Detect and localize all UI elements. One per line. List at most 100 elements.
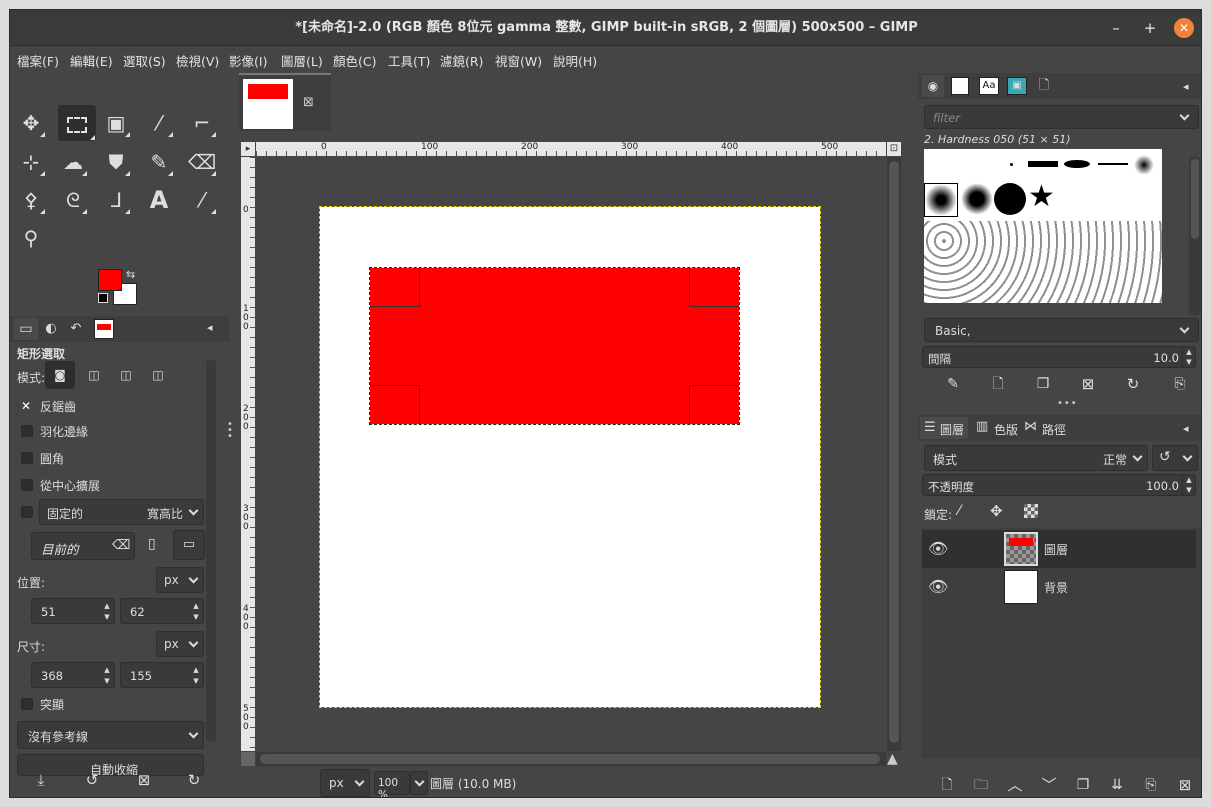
canvas-hscroll[interactable] <box>256 752 886 766</box>
size-width-input[interactable]: 368 ▲ ▼ <box>31 662 115 688</box>
rounded-checkbox[interactable] <box>21 452 33 464</box>
position-x-input[interactable]: 51 ▲ ▼ <box>31 598 115 624</box>
layer-mask-icon[interactable]: ⎘ <box>1138 774 1164 796</box>
patterns-tab-icon[interactable] <box>951 77 969 95</box>
delete-options-icon[interactable]: ⊠ <box>131 769 157 791</box>
landscape-icon[interactable]: ▭ <box>173 530 205 560</box>
opacity-spinner[interactable]: ▲ ▼ <box>1182 474 1196 496</box>
dock-menu-icon[interactable]: ◂ <box>207 321 213 334</box>
raise-layer-icon[interactable]: ︿ <box>1002 774 1028 796</box>
layer-row-background[interactable]: 👁 背景 <box>922 568 1196 606</box>
position-unit-dropdown[interactable]: px <box>156 567 204 593</box>
brush-hardness-075[interactable] <box>961 183 993 215</box>
zoom-icon[interactable]: ⚲ <box>16 223 46 253</box>
image-tab[interactable]: ⊠ <box>239 73 331 131</box>
brush-selected[interactable] <box>924 183 958 217</box>
brush-grid[interactable]: ★ <box>924 149 1162 303</box>
reset-options-icon[interactable]: ↻ <box>181 769 207 791</box>
lower-layer-icon[interactable]: ﹀ <box>1036 774 1062 796</box>
device-status-tab-icon[interactable]: ◐ <box>40 318 62 340</box>
duplicate-layer-icon[interactable]: ❐ <box>1070 774 1096 796</box>
lasso-icon[interactable]: ᘓ <box>58 185 88 215</box>
edit-brush-icon[interactable]: ✎ <box>940 373 966 395</box>
menu-file[interactable]: 檔案(F) <box>17 51 59 70</box>
tool-options-tab-icon[interactable]: ▭ <box>14 318 38 340</box>
antialias-checkbox[interactable]: ✕ <box>21 399 31 413</box>
lock-position-icon[interactable]: ✥ <box>990 502 1003 520</box>
zoom-input[interactable]: 100 % <box>374 771 410 797</box>
menu-image[interactable]: 影像(I) <box>229 51 267 70</box>
composite-mode-dropdown[interactable]: ↺ <box>1152 445 1198 471</box>
brush-filter-input[interactable]: filter <box>924 105 1199 129</box>
brushes-tab-icon[interactable]: ◉ <box>922 75 944 97</box>
layers-dock-menu-icon[interactable]: ◂ <box>1183 422 1189 435</box>
lock-pixels-icon[interactable]: ⁄ <box>958 503 960 519</box>
templates-tab-icon[interactable]: 🗋 <box>1035 77 1053 95</box>
canvas-hscroll-thumb[interactable] <box>260 754 880 764</box>
image-canvas[interactable] <box>319 206 821 708</box>
portrait-icon[interactable]: ▯ <box>148 536 156 552</box>
selection-handle-bl[interactable] <box>370 385 420 424</box>
menu-tools[interactable]: 工具(T) <box>388 51 430 70</box>
bucket-fill-icon[interactable]: ⛊ <box>101 147 131 177</box>
zoom-dropdown[interactable] <box>410 771 428 795</box>
menu-layer[interactable]: 圖層(L) <box>281 51 323 70</box>
size-height-input[interactable]: 155 ▲ ▼ <box>120 662 204 688</box>
mode-intersect-icon[interactable]: ◫ <box>144 361 172 389</box>
menu-select[interactable]: 選取(S) <box>123 51 166 70</box>
align-icon[interactable]: ▣ <box>101 108 131 138</box>
restore-options-icon[interactable]: ↺ <box>79 769 105 791</box>
quickmask-corner-icon[interactable]: ▸ <box>241 142 255 156</box>
warp-icon[interactable]: ☁ <box>58 147 88 177</box>
menu-filters[interactable]: 濾鏡(R) <box>440 51 483 70</box>
spacing-input[interactable]: 間隔 10.0 <box>922 346 1194 368</box>
document-history-tab-icon[interactable]: ▣ <box>1007 77 1027 95</box>
new-layer-group-icon[interactable]: 🗀 <box>968 774 994 796</box>
images-tab-icon[interactable] <box>94 319 114 339</box>
brush-block[interactable] <box>1028 161 1058 167</box>
position-y-input[interactable]: 62 ▲ ▼ <box>120 598 204 624</box>
brush-textures[interactable] <box>924 221 1162 303</box>
selection-handle-tr[interactable] <box>689 268 739 307</box>
layers-tab[interactable]: ☰ 圖層 <box>920 417 968 439</box>
paths-icon[interactable]: ᒧ <box>101 185 131 215</box>
duplicate-brush-icon[interactable]: ❐ <box>1030 373 1056 395</box>
maximize-button[interactable]: + <box>1140 18 1160 38</box>
fixed-dropdown[interactable]: 固定的 寬高比 <box>39 499 204 525</box>
zoom-fit-icon[interactable]: ⊡ <box>887 142 901 156</box>
transform-icon[interactable]: ⊹ <box>16 147 46 177</box>
delete-layer-icon[interactable]: ⊠ <box>1172 774 1198 796</box>
brush-line[interactable] <box>1098 163 1128 165</box>
save-options-icon[interactable]: ⤓ <box>28 769 54 791</box>
unit-dropdown[interactable]: px <box>320 769 370 797</box>
brush-star[interactable]: ★ <box>1028 179 1055 215</box>
brush-grid-scrollbar[interactable] <box>1189 157 1201 315</box>
menu-edit[interactable]: 編輯(E) <box>70 51 113 70</box>
new-layer-icon[interactable]: 🗋 <box>934 774 960 796</box>
canvas-area[interactable] <box>256 157 886 751</box>
navigate-corner-icon[interactable] <box>241 752 255 766</box>
brush-hard-round[interactable] <box>994 183 1026 215</box>
paths-tab[interactable]: ⋈ 路徑 <box>1022 417 1072 439</box>
left-dock-handle[interactable]: • • • <box>227 420 233 442</box>
default-colors-icon[interactable] <box>98 293 108 303</box>
move-icon[interactable]: ✥ <box>16 108 46 138</box>
channels-tab[interactable]: ▥ 色版 <box>972 417 1020 439</box>
current-ratio-field[interactable]: 目前的 ⌫ <box>31 532 135 560</box>
paintbrush-icon[interactable]: ✎ <box>144 147 174 177</box>
navigation-icon[interactable]: ▲ <box>887 751 898 767</box>
layer-row-selected[interactable]: 👁 圖層 <box>922 530 1196 568</box>
clone-icon[interactable]: ⚴ <box>16 185 46 215</box>
close-tab-icon[interactable]: ⊠ <box>303 95 314 110</box>
brush-soft-small[interactable] <box>1134 155 1154 175</box>
menu-windows[interactable]: 視窗(W) <box>495 51 542 70</box>
expand-center-checkbox[interactable] <box>21 479 33 491</box>
spacing-spinner[interactable]: ▲ ▼ <box>1182 346 1196 368</box>
minimize-button[interactable]: – <box>1106 18 1126 38</box>
color-picker-icon[interactable]: ⁄ <box>187 185 217 215</box>
lock-alpha-icon[interactable] <box>1024 504 1038 518</box>
layer-visibility-eye-icon[interactable]: 👁 <box>928 539 948 558</box>
selection-handle-br[interactable] <box>689 385 739 424</box>
guides-dropdown[interactable]: 沒有參考線 <box>17 721 204 749</box>
text-icon[interactable]: A <box>144 185 174 215</box>
